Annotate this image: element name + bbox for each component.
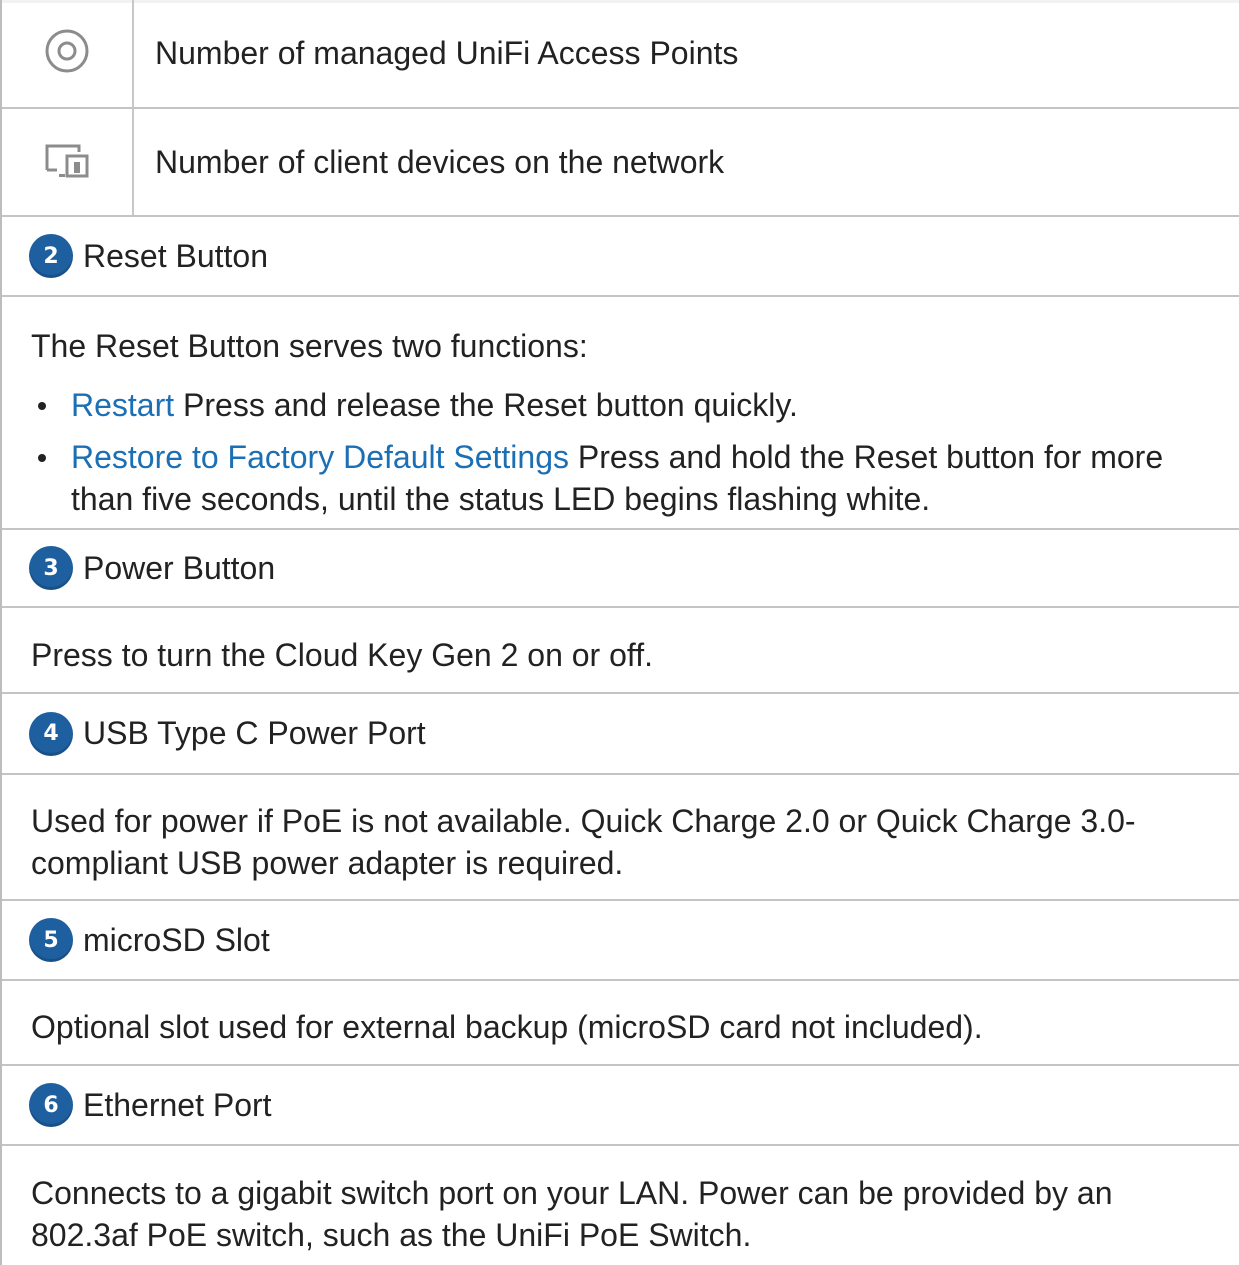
section-title: USB Type C Power Port	[83, 715, 426, 751]
section-number-badge: 3	[29, 546, 73, 590]
list-item: Restart Press and release the Reset butt…	[31, 384, 1221, 426]
icon-cell	[2, 0, 134, 107]
restart-link[interactable]: Restart	[71, 387, 174, 423]
icon-row-label: Number of client devices on the network	[155, 143, 725, 180]
list-item-desc: Press and release the Reset button quick…	[174, 387, 798, 423]
icon-row-access-points: Number of managed UniFi Access Points	[2, 0, 1239, 107]
section-header-usb: 4 USB Type C Power Port	[2, 694, 1239, 773]
divider	[2, 1144, 1239, 1146]
list-item: Restore to Factory Default Settings Pres…	[31, 436, 1221, 520]
section-title: Power Button	[83, 549, 276, 586]
icon-row-client-devices: Number of client devices on the network	[2, 109, 1239, 215]
section-header-reset: 2 Reset Button	[2, 217, 1239, 295]
divider	[2, 606, 1239, 608]
section-title: microSD Slot	[83, 921, 270, 958]
access-point-icon	[44, 28, 90, 79]
divider	[2, 979, 1239, 981]
divider	[2, 295, 1239, 297]
microsd-description: Optional slot used for external backup (…	[31, 1009, 983, 1045]
icon-row-label: Number of managed UniFi Access Points	[155, 35, 739, 71]
section-number-badge: 5	[29, 918, 73, 962]
section-number-badge: 2	[29, 234, 73, 278]
ethernet-description: Connects to a gigabit switch port on you…	[31, 1175, 1113, 1253]
reset-functions-list: Restart Press and release the Reset butt…	[31, 384, 1221, 530]
reset-intro: The Reset Button serves two functions:	[31, 328, 588, 364]
client-devices-icon	[43, 140, 91, 185]
section-number-badge: 4	[29, 711, 73, 756]
usb-description: Used for power if PoE is not available. …	[31, 803, 1136, 881]
divider	[2, 773, 1239, 775]
power-description: Press to turn the Cloud Key Gen 2 on or …	[31, 637, 653, 673]
restore-factory-defaults-link[interactable]: Restore to Factory Default Settings	[71, 439, 569, 475]
section-title: Reset Button	[83, 237, 268, 274]
section-header-microsd: 5 microSD Slot	[2, 901, 1239, 979]
section-title: Ethernet Port	[83, 1086, 272, 1123]
icon-cell	[2, 109, 134, 215]
document-page: Number of managed UniFi Access Points Nu…	[0, 0, 1239, 1265]
section-header-ethernet: 6 Ethernet Port	[2, 1066, 1239, 1144]
section-header-power: 3 Power Button	[2, 530, 1239, 606]
section-number-badge: 6	[29, 1083, 73, 1127]
